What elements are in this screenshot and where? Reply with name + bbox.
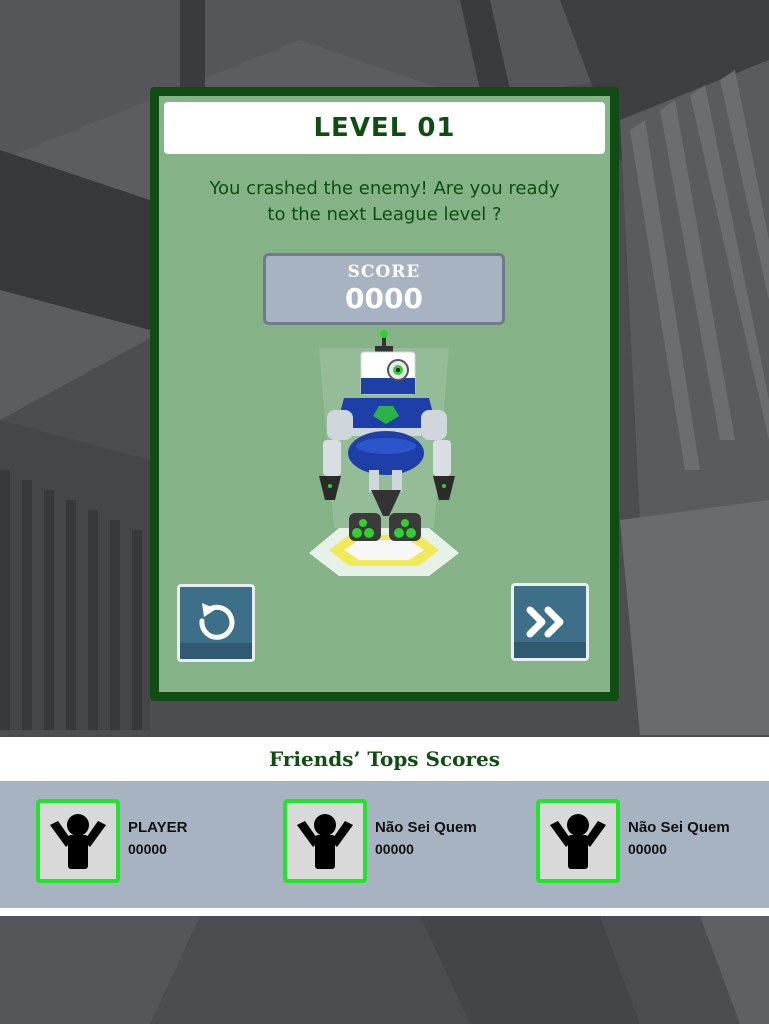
friend-score: 00000	[375, 841, 414, 857]
friends-bottom-divider	[0, 908, 769, 916]
dialog-body: LEVEL 01 You crashed the enemy! Are you …	[159, 96, 610, 692]
avatar	[283, 799, 367, 883]
person-cheering-icon	[550, 814, 606, 869]
friend-score: 00000	[628, 841, 667, 857]
level-complete-dialog: LEVEL 01 You crashed the enemy! Are you …	[150, 87, 619, 701]
result-message-line2: to the next League level ?	[267, 204, 502, 225]
friend-score: 00000	[128, 841, 167, 857]
avatar	[36, 799, 120, 883]
result-message: You crashed the enemy! Are you ready to …	[179, 176, 590, 228]
friend-name: PLAYER	[128, 819, 188, 836]
friend-name: Não Sei Quem	[628, 819, 730, 836]
fast-forward-icon	[526, 606, 564, 638]
score-label: SCORE	[347, 262, 421, 282]
avatar	[536, 799, 620, 883]
friends-title: Friends’ Tops Scores	[268, 747, 501, 771]
score-value: 0000	[345, 282, 423, 315]
level-title-box: LEVEL 01	[164, 102, 605, 154]
friends-title-band: Friends’ Tops Scores	[0, 737, 769, 781]
retry-button[interactable]	[177, 584, 255, 662]
person-cheering-icon	[297, 814, 353, 869]
score-box: SCORE 0000	[263, 253, 505, 325]
next-level-button[interactable]	[511, 583, 589, 661]
robot-character	[309, 330, 459, 576]
friend-name: Não Sei Quem	[375, 819, 477, 836]
retry-icon	[199, 603, 235, 640]
level-title: LEVEL 01	[313, 113, 456, 143]
friends-scores-list: PLAYER 00000 Não Sei Quem 00000 Não Sei …	[0, 781, 769, 908]
result-message-line1: You crashed the enemy! Are you ready	[209, 178, 560, 199]
person-cheering-icon	[50, 814, 106, 869]
